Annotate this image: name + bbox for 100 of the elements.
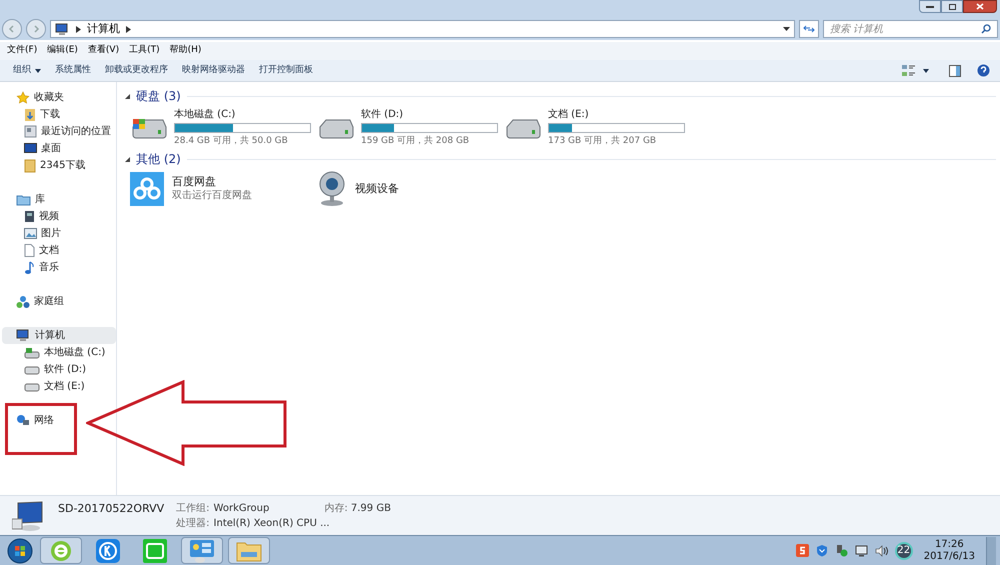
help-icon xyxy=(977,64,990,77)
help-button[interactable] xyxy=(977,64,990,77)
menu-item[interactable]: 工具(T) xyxy=(129,44,160,58)
dropdown-icon[interactable] xyxy=(783,27,790,31)
places-icon xyxy=(24,125,37,138)
pane-icon xyxy=(949,64,961,76)
star-icon xyxy=(16,90,30,104)
homegroup-icon xyxy=(16,294,30,308)
path-segment[interactable]: 计算机 xyxy=(87,20,120,38)
computer-icon xyxy=(55,22,70,36)
menu-item[interactable]: 文件(F) xyxy=(7,44,38,58)
toolbar-button[interactable]: 组织 xyxy=(6,60,48,81)
menu-item[interactable]: 查看(V) xyxy=(88,44,120,58)
drive-space: 173 GB 可用，共 207 GB xyxy=(548,135,658,147)
shield-icon[interactable] xyxy=(816,544,828,557)
field-value: Intel(R) Xeon(R) CPU ... xyxy=(214,517,331,531)
caret-icon xyxy=(35,68,41,72)
drive-icon xyxy=(24,346,40,358)
minimize-button[interactable] xyxy=(919,0,941,13)
sidebar-item[interactable]: 音乐 xyxy=(2,259,116,276)
sidebar-item[interactable]: 收藏夹 xyxy=(2,89,116,106)
toolbar-button[interactable]: 卸载或更改程序 xyxy=(98,60,175,81)
sidebar-item[interactable]: 本地磁盘 (C:) xyxy=(2,344,116,361)
drive-name: 本地磁盘 (C:) xyxy=(174,108,236,121)
drive-icon xyxy=(24,364,40,374)
item-name: 视频设备 xyxy=(355,182,399,196)
toolbar-button[interactable]: 系统属性 xyxy=(48,60,98,81)
desktop-icon xyxy=(24,143,37,154)
start-orb-icon xyxy=(7,538,33,564)
input-method-icon[interactable] xyxy=(796,544,809,557)
search-icon xyxy=(981,24,991,34)
close-button[interactable] xyxy=(963,0,997,13)
refresh-button[interactable] xyxy=(799,20,819,38)
film-icon xyxy=(24,210,35,223)
cloud-app-icon xyxy=(130,172,164,206)
taskbar-button[interactable] xyxy=(181,537,223,564)
start-button[interactable] xyxy=(5,536,35,564)
taskbar-button[interactable] xyxy=(40,537,82,564)
chevron-icon xyxy=(126,26,131,32)
sidebar-item[interactable]: 视频 xyxy=(2,208,116,225)
browser-icon xyxy=(49,538,73,562)
sidebar-item[interactable]: 图片 xyxy=(2,225,116,242)
menu-item[interactable]: 编辑(E) xyxy=(47,44,78,58)
drive-space: 28.4 GB 可用，共 50.0 GB xyxy=(174,135,289,147)
video-app-icon xyxy=(143,538,167,562)
collapse-icon[interactable] xyxy=(125,156,130,162)
network-status-icon[interactable] xyxy=(854,544,868,556)
sidebar-item[interactable]: 下载 xyxy=(2,106,116,123)
drive-icon xyxy=(24,382,40,392)
computer-name: SD-20170522ORVV xyxy=(58,501,164,517)
sidebar-item[interactable]: 网络 xyxy=(2,412,116,429)
drive-space: 159 GB 可用，共 208 GB xyxy=(361,135,470,147)
item-description: 双击运行百度网盘 xyxy=(172,189,252,203)
sidebar-item[interactable]: 桌面 xyxy=(2,140,116,157)
drive-name: 软件 (D:) xyxy=(361,108,404,121)
music-app-icon xyxy=(96,538,120,562)
sidebar-item[interactable]: 库 xyxy=(2,191,116,208)
music-note-icon xyxy=(24,260,35,274)
clock[interactable]: 17:26 2017/6/13 xyxy=(920,538,979,562)
restore-button[interactable] xyxy=(941,0,963,13)
close-icon xyxy=(976,3,984,10)
sidebar-item[interactable]: 2345下载 xyxy=(2,157,116,174)
menu-item[interactable]: 帮助(H) xyxy=(170,44,202,58)
caret-icon xyxy=(923,68,929,72)
webcam-icon xyxy=(317,171,347,207)
sidebar-item[interactable]: 计算机 xyxy=(2,327,116,344)
document-icon xyxy=(24,244,35,257)
sidebar-item[interactable]: 最近访问的位置 xyxy=(2,123,116,140)
folder-icon xyxy=(16,194,31,206)
address-field[interactable]: 计算机 xyxy=(50,20,795,38)
speaker-icon[interactable] xyxy=(874,544,888,556)
field-label: 工作组: xyxy=(176,502,210,516)
network-icon xyxy=(16,414,30,427)
image-icon xyxy=(24,228,37,239)
sidebar-item[interactable]: 文档 xyxy=(2,242,116,259)
counter-badge[interactable]: 22 xyxy=(894,542,913,560)
folder-icon xyxy=(24,108,36,122)
preview-pane-button[interactable] xyxy=(949,64,961,76)
group-header[interactable]: 硬盘 (3) xyxy=(136,87,181,105)
group-header[interactable]: 其他 (2) xyxy=(136,150,181,168)
computer-icon xyxy=(16,329,31,342)
search-field[interactable]: 搜索 计算机 xyxy=(823,20,998,38)
toolbar-button[interactable]: 打开控制面板 xyxy=(252,60,320,81)
drive-name: 文档 (E:) xyxy=(548,108,590,121)
toolbar-button[interactable]: 映射网络驱动器 xyxy=(175,60,252,81)
sidebar-item[interactable]: 家庭组 xyxy=(2,293,116,310)
item-name: 百度网盘 xyxy=(172,175,217,189)
collapse-icon[interactable] xyxy=(125,94,130,98)
field-value: WorkGroup xyxy=(214,502,270,516)
sidebar-item[interactable]: 文档 (E:) xyxy=(2,378,116,395)
control-panel-icon xyxy=(189,538,215,562)
device-icon[interactable] xyxy=(834,544,848,557)
folder-icon xyxy=(24,158,36,172)
highlight-box xyxy=(5,403,77,455)
field-label: 处理器: xyxy=(176,516,210,531)
folder-icon xyxy=(236,540,262,562)
memory-info: 内存: 7.99 GB xyxy=(324,502,391,516)
chevron-icon xyxy=(76,26,81,32)
sidebar-item[interactable]: 软件 (D:) xyxy=(2,361,116,378)
refresh-icon xyxy=(803,24,815,34)
